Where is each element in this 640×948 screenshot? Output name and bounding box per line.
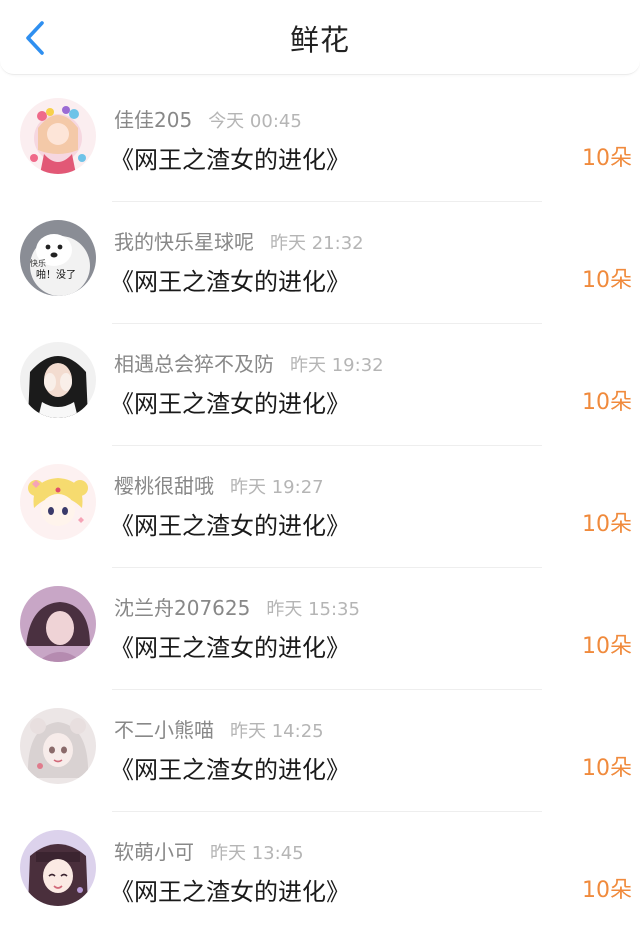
timestamp: 今天 00:45 [208,111,302,132]
nav-bar: 鲜花 [0,0,640,75]
avatar[interactable]: 快乐 啪！没了 [20,220,96,296]
avatar-caption: 啪！没了 [36,268,76,281]
timestamp: 昨天 19:32 [290,355,384,376]
username[interactable]: 樱桃很甜哦 [114,474,214,498]
flower-count: 10朵 [582,634,632,659]
item-meta: 我的快乐星球呢 昨天 21:32 [114,228,364,256]
username[interactable]: 软萌小可 [114,840,194,864]
avatar[interactable] [20,342,96,418]
flower-count: 10朵 [582,756,632,781]
list-item[interactable]: 樱桃很甜哦 昨天 19:27 《网王之渣女的进化》 10朵 [0,446,640,568]
list-item[interactable]: 佳佳205 今天 00:45 《网王之渣女的进化》 10朵 [0,80,640,202]
item-meta: 樱桃很甜哦 昨天 19:27 [114,472,324,500]
timestamp: 昨天 13:45 [210,843,304,864]
list-item[interactable]: 沈兰舟207625 昨天 15:35 《网王之渣女的进化》 10朵 [0,568,640,690]
list-item[interactable]: 软萌小可 昨天 13:45 《网王之渣女的进化》 10朵 [0,812,640,934]
app: 鲜花 佳佳205 今天 00:45 《网王之渣女的进化》 10朵 快乐 啪！没了… [0,0,640,948]
book-title[interactable]: 《网王之渣女的进化》 [110,140,350,175]
flower-count: 10朵 [582,146,632,171]
avatar-caption: 快乐 [30,258,46,268]
flower-count: 10朵 [582,878,632,903]
book-title[interactable]: 《网王之渣女的进化》 [110,750,350,785]
username[interactable]: 相遇总会猝不及防 [114,352,274,376]
book-title[interactable]: 《网王之渣女的进化》 [110,872,350,907]
avatar[interactable] [20,464,96,540]
item-meta: 相遇总会猝不及防 昨天 19:32 [114,350,384,378]
item-meta: 软萌小可 昨天 13:45 [114,838,304,866]
item-meta: 沈兰舟207625 昨天 15:35 [114,594,360,622]
list-item[interactable]: 不二小熊喵 昨天 14:25 《网王之渣女的进化》 10朵 [0,690,640,812]
username[interactable]: 不二小熊喵 [114,718,214,742]
list-item[interactable]: 相遇总会猝不及防 昨天 19:32 《网王之渣女的进化》 10朵 [0,324,640,446]
book-title[interactable]: 《网王之渣女的进化》 [110,262,350,297]
book-title[interactable]: 《网王之渣女的进化》 [110,384,350,419]
timestamp: 昨天 19:27 [230,477,324,498]
flower-list: 佳佳205 今天 00:45 《网王之渣女的进化》 10朵 快乐 啪！没了 我的… [0,80,640,934]
book-title[interactable]: 《网王之渣女的进化》 [110,628,350,663]
book-title[interactable]: 《网王之渣女的进化》 [110,506,350,541]
username[interactable]: 我的快乐星球呢 [114,230,254,254]
username[interactable]: 佳佳205 [114,108,192,132]
avatar[interactable] [20,830,96,906]
timestamp: 昨天 15:35 [266,599,360,620]
flower-count: 10朵 [582,512,632,537]
username[interactable]: 沈兰舟207625 [114,596,250,620]
page-title: 鲜花 [289,23,350,57]
avatar[interactable] [20,586,96,662]
avatar[interactable] [20,708,96,784]
flower-count: 10朵 [582,390,632,415]
avatar[interactable] [20,98,96,174]
item-meta: 佳佳205 今天 00:45 [114,106,302,134]
timestamp: 昨天 21:32 [270,233,364,254]
item-meta: 不二小熊喵 昨天 14:25 [114,716,324,744]
list-item[interactable]: 快乐 啪！没了 我的快乐星球呢 昨天 21:32 《网王之渣女的进化》 10朵 [0,202,640,324]
flower-count: 10朵 [582,268,632,293]
timestamp: 昨天 14:25 [230,721,324,742]
